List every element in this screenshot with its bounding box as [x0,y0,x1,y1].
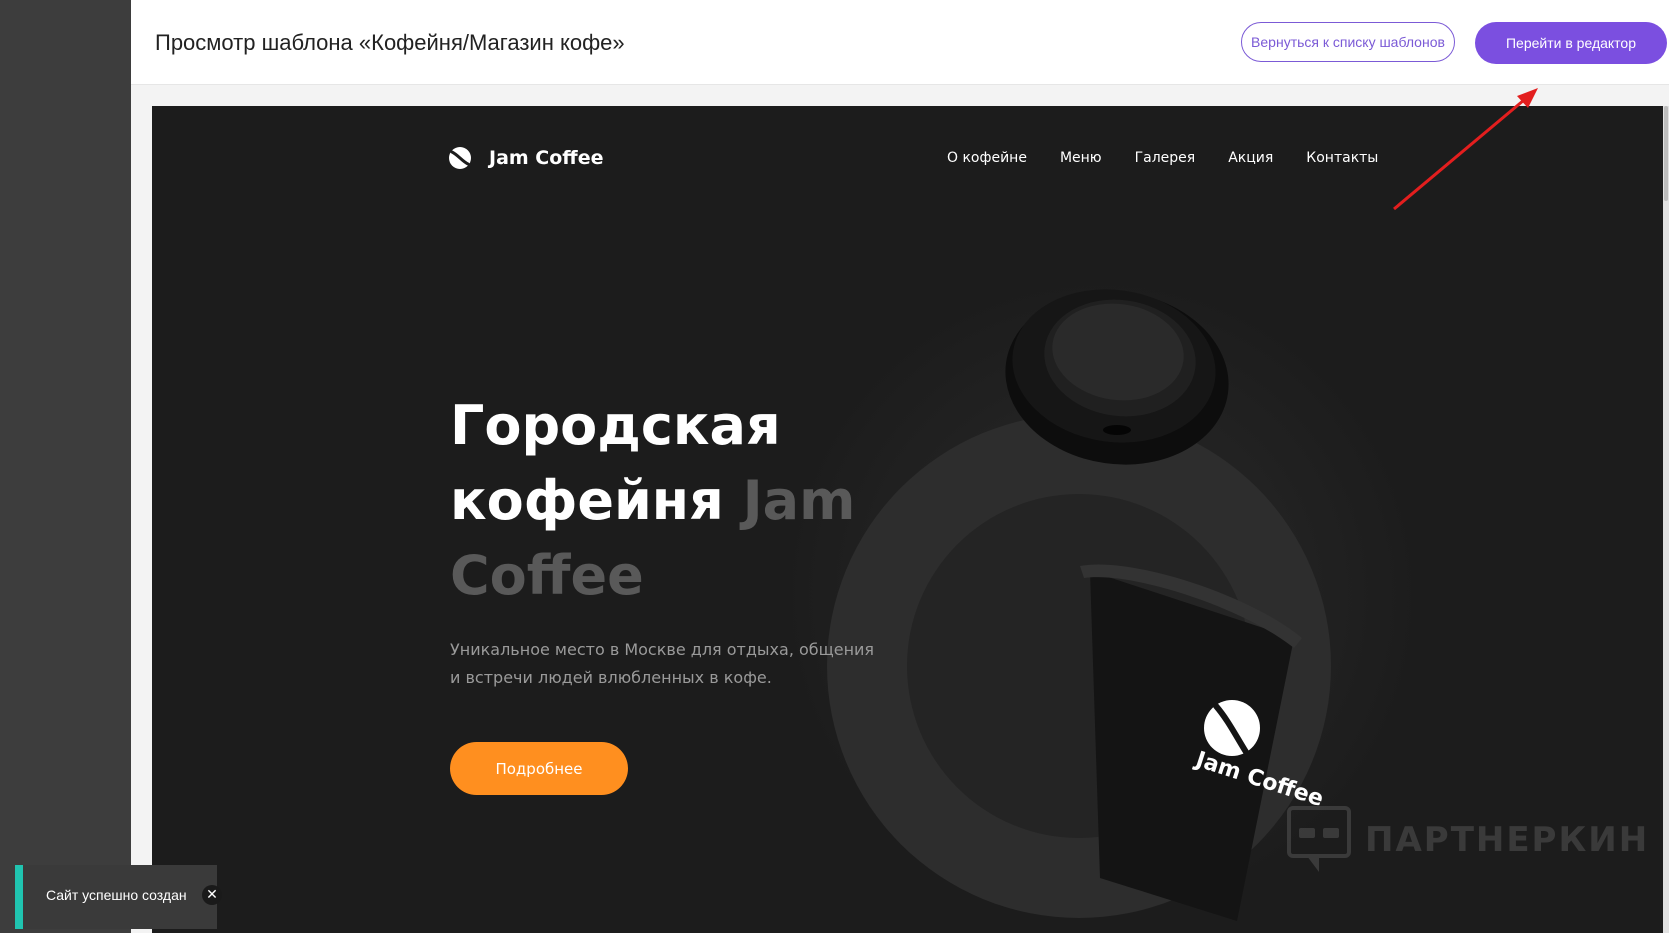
left-sidebar-strip [0,0,131,933]
hero-title-line2-muted: Jam [742,469,856,532]
back-to-templates-button[interactable]: Вернуться к списку шаблонов [1241,22,1455,62]
site-preview-frame: Jam Coffee О кофейне Меню Галерея Акция … [152,106,1665,933]
hero-title-line2-white: кофейня [450,469,724,532]
open-editor-button[interactable]: Перейти в редактор [1475,22,1667,64]
more-info-button[interactable]: Подробнее [450,742,628,795]
close-icon[interactable]: ✕ [202,885,222,905]
success-toast: Сайт успешно создан ✕ [15,865,222,929]
preview-scrollbar-thumb[interactable] [1664,106,1668,201]
site-brand-name: Jam Coffee [489,147,604,169]
watermark-logo-icon [1287,806,1351,872]
nav-item-contacts[interactable]: Контакты [1306,150,1378,166]
nav-item-gallery[interactable]: Галерея [1135,150,1196,166]
nav-item-promo[interactable]: Акция [1228,150,1273,166]
page-title: Просмотр шаблона «Кофейня/Магазин кофе» [155,30,625,55]
hero-title: Городская кофейня Jam Coffee [450,388,870,613]
site-logo[interactable]: Jam Coffee [448,146,603,170]
cup-lid [1005,289,1229,465]
red-annotation-arrow [1393,88,1538,211]
watermark: ПАРТНЕРКИН [1287,806,1649,874]
hero-title-line1: Городская [450,394,781,457]
hero-subtitle: Уникальное место в Москве для отдыха, об… [450,636,890,692]
watermark-text: ПАРТНЕРКИН [1365,820,1650,860]
template-preview-header: Просмотр шаблона «Кофейня/Магазин кофе» … [131,0,1669,85]
hero-title-line3-muted: Coffee [450,544,644,607]
site-nav: О кофейне Меню Галерея Акция Контакты [947,150,1378,166]
nav-item-about[interactable]: О кофейне [947,150,1027,166]
hero-subtitle-line2: и встречи людей влюбленных в кофе. [450,668,772,687]
toast-message: Сайт успешно создан [46,887,187,903]
preview-scrollbar[interactable] [1663,106,1669,933]
hero-subtitle-line1: Уникальное место в Москве для отдыха, об… [450,640,875,659]
toast-accent-bar [15,865,23,929]
coffee-bean-logo-icon [449,147,471,169]
nav-item-menu[interactable]: Меню [1060,150,1102,166]
